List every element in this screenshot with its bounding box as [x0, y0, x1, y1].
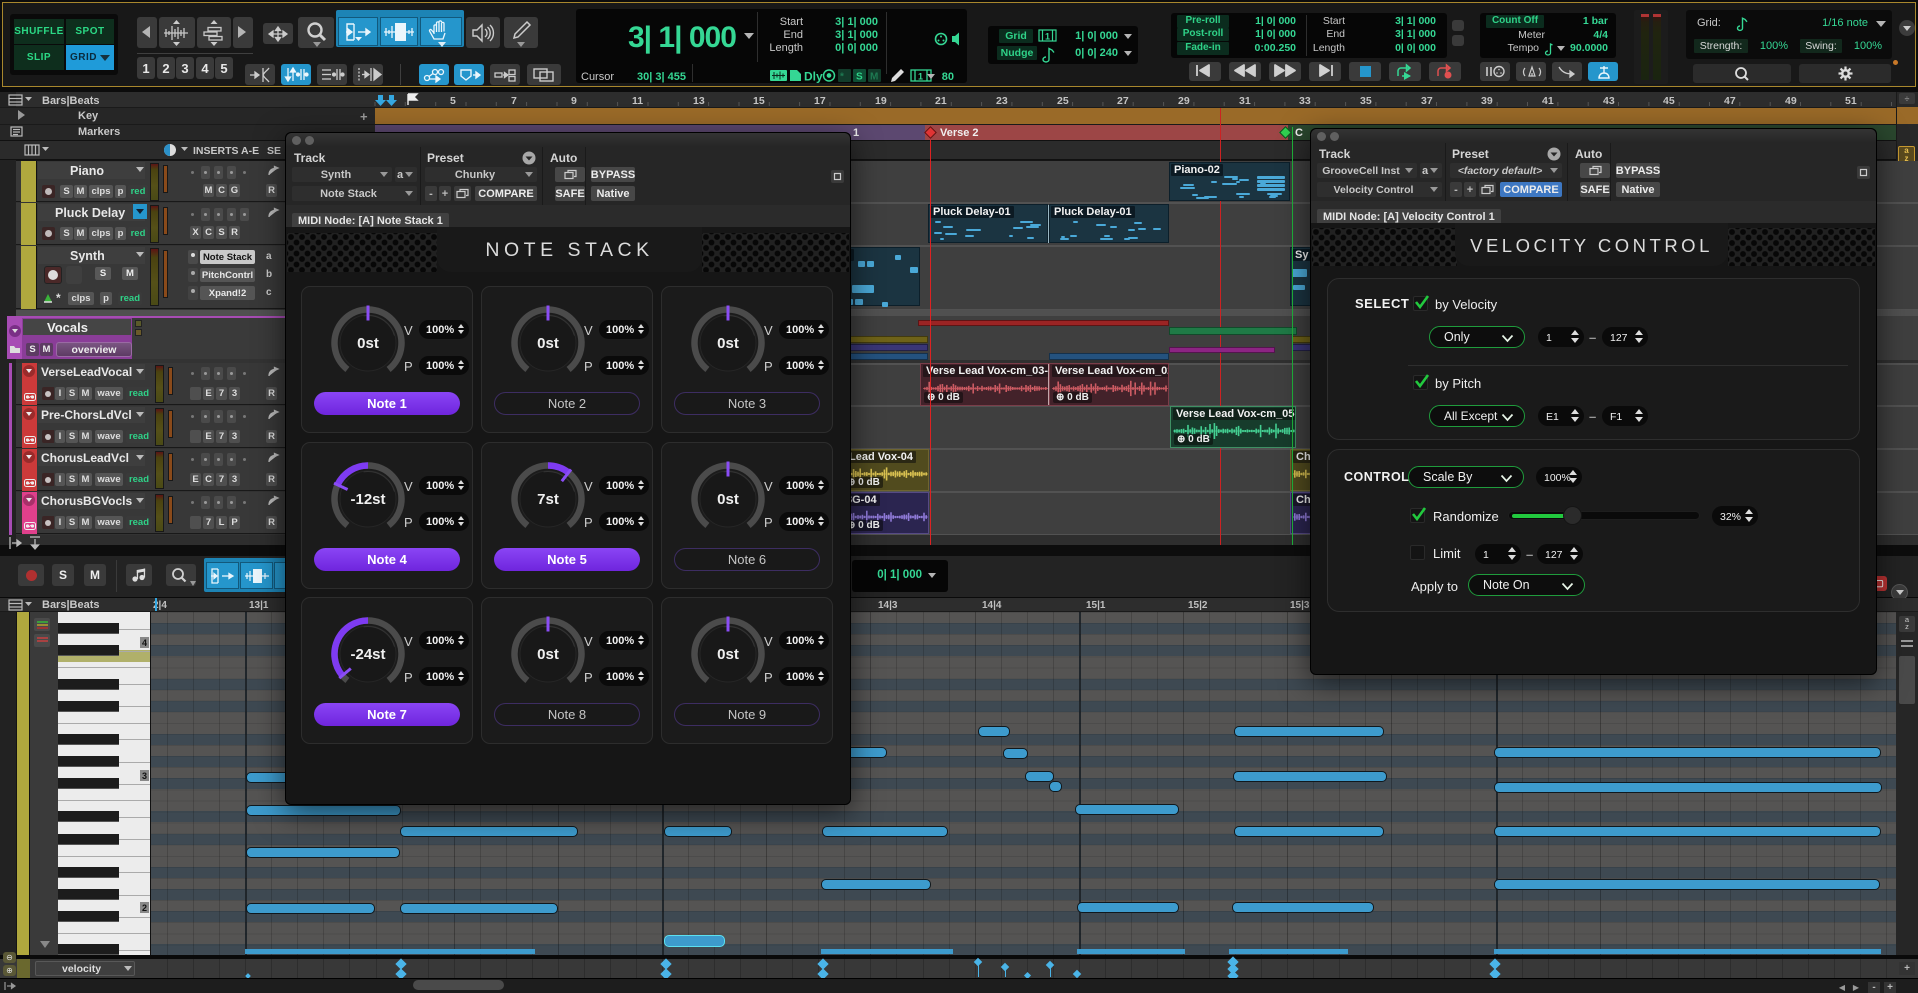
svg-text:Dly: Dly	[804, 70, 823, 84]
svg-text:*: *	[840, 72, 844, 83]
svg-text:S: S	[856, 72, 863, 83]
svg-text:M: M	[870, 72, 878, 83]
